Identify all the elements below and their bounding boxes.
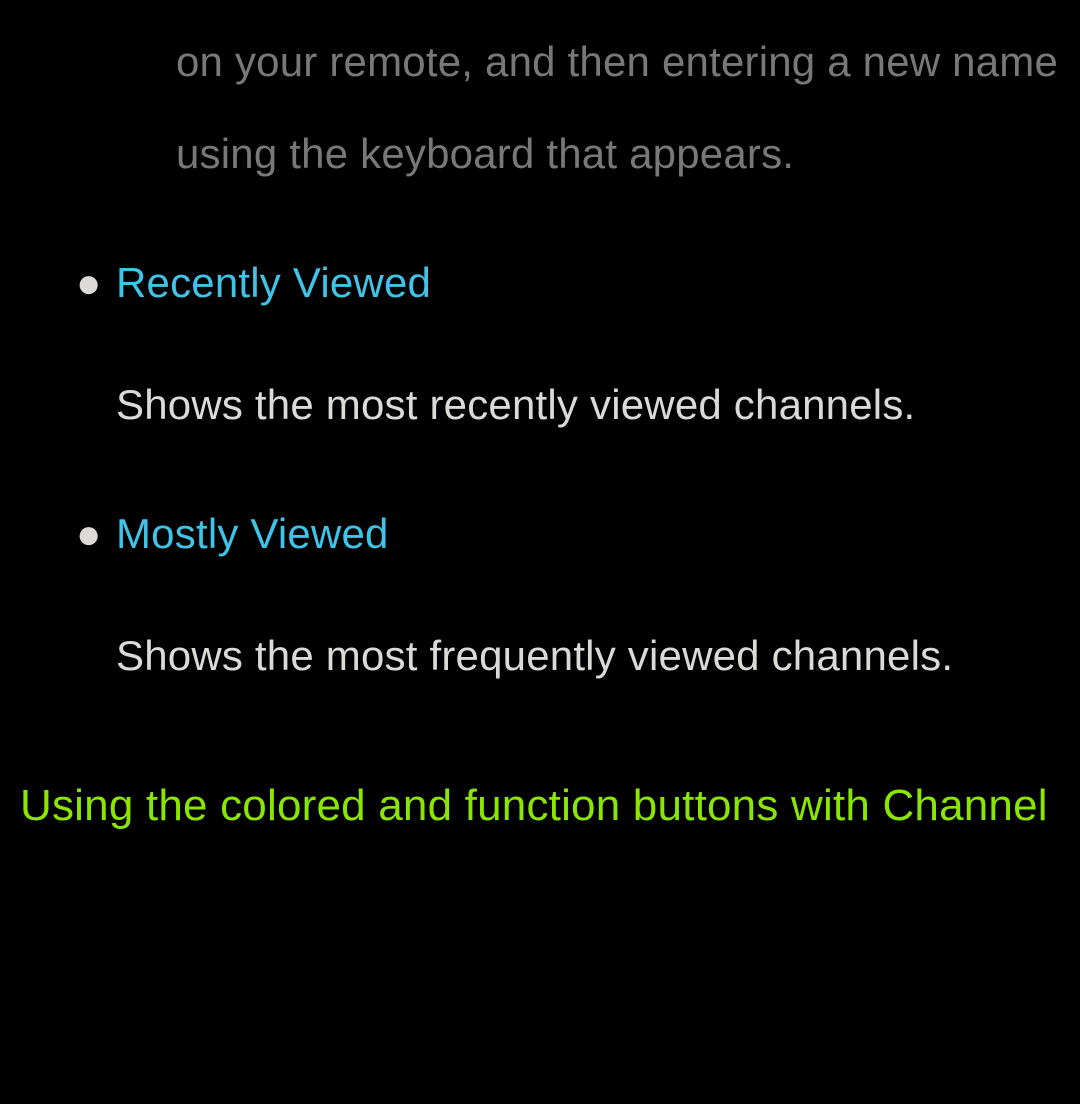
bullet-icon: ● — [20, 254, 116, 313]
list-item-header: ● Mostly Viewed — [20, 505, 1060, 564]
feature-list: ● Recently Viewed Shows the most recentl… — [20, 254, 1060, 702]
section-heading: Using the colored and function buttons w… — [20, 755, 1060, 856]
help-page: on your remote, and then entering a new … — [0, 16, 1080, 857]
item-description: Shows the most frequently viewed channel… — [116, 610, 1060, 702]
item-title-mostly-viewed: Mostly Viewed — [116, 505, 389, 564]
item-title-recently-viewed: Recently Viewed — [116, 254, 431, 313]
bullet-icon: ● — [20, 505, 116, 564]
trailing-paragraph: on your remote, and then entering a new … — [176, 16, 1060, 200]
list-item: ● Mostly Viewed Shows the most frequentl… — [20, 505, 1060, 702]
list-item: ● Recently Viewed Shows the most recentl… — [20, 254, 1060, 451]
list-item-header: ● Recently Viewed — [20, 254, 1060, 313]
item-description: Shows the most recently viewed channels. — [116, 359, 1060, 451]
